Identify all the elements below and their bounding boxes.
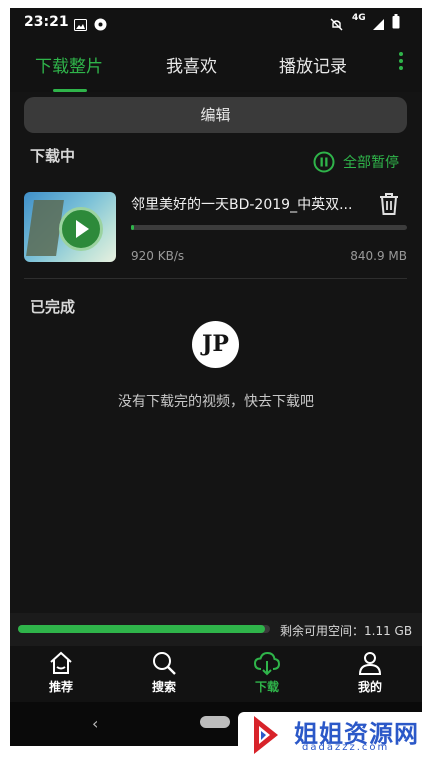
download-speed: 920 KB/s <box>131 249 185 263</box>
storage-usage-fill <box>18 625 265 633</box>
cloud-download-icon <box>253 651 281 676</box>
signal-icon <box>372 16 385 35</box>
app-screen: 23:21 4G 下载整片 我喜欢 播放记录 编辑 下载中 全部暂停 邻里美好的… <box>10 8 422 746</box>
app-logo-text: JP <box>202 331 229 357</box>
section-divider <box>24 278 407 279</box>
nav-search[interactable]: 搜索 <box>134 650 194 695</box>
pause-all-button[interactable]: 全部暂停 <box>313 150 399 174</box>
edit-button[interactable]: 编辑 <box>24 97 407 133</box>
watermark-logo-icon <box>254 716 278 754</box>
nav-recommend[interactable]: 推荐 <box>31 650 91 695</box>
nav-recommend-label: 推荐 <box>48 680 73 694</box>
watermark: 姐姐资源网 dadazzz.com <box>238 712 438 757</box>
video-thumbnail[interactable] <box>24 192 116 262</box>
nav-download[interactable]: 下载 <box>237 650 297 695</box>
status-time: 23:21 <box>24 14 69 30</box>
more-options-icon[interactable] <box>398 52 404 74</box>
pause-all-label: 全部暂停 <box>343 155 399 171</box>
tab-downloads[interactable]: 下载整片 <box>35 52 103 77</box>
tab-history[interactable]: 播放记录 <box>279 52 347 77</box>
nav-profile-label: 我的 <box>357 680 382 694</box>
home-icon <box>50 651 72 674</box>
downloading-section-title: 下载中 <box>30 147 76 165</box>
pause-icon <box>313 151 335 173</box>
nav-profile[interactable]: 我的 <box>340 650 400 695</box>
bottom-navigation: 推荐 搜索 下载 我的 <box>10 646 422 702</box>
nav-search-label: 搜索 <box>151 680 176 694</box>
download-size: 840.9 MB <box>350 249 407 263</box>
image-notification-icon <box>74 16 87 35</box>
app-logo-icon: JP <box>192 321 239 368</box>
back-icon[interactable]: ‹ <box>92 714 98 733</box>
home-pill-button[interactable] <box>200 716 230 728</box>
top-tabs: 下载整片 我喜欢 播放记录 <box>10 38 422 92</box>
storage-usage-bar <box>18 625 270 633</box>
network-type-label: 4G <box>352 13 366 23</box>
play-icon <box>59 207 103 251</box>
download-progress-fill <box>131 225 134 230</box>
completed-section-title: 已完成 <box>30 298 76 316</box>
nav-download-label: 下载 <box>254 680 279 694</box>
battery-icon <box>392 14 400 33</box>
active-tab-indicator <box>53 89 87 92</box>
empty-state-text: 没有下载完的视频，快去下载吧 <box>118 394 314 410</box>
delete-icon[interactable] <box>378 192 400 220</box>
status-bar: 23:21 4G <box>10 8 422 38</box>
download-progress-bar <box>131 225 407 230</box>
mute-icon <box>330 16 343 35</box>
storage-remaining-text: 剩余可用空间：1.11 GB <box>280 624 413 638</box>
watermark-url: dadazzz.com <box>302 742 390 753</box>
user-icon <box>358 652 382 675</box>
tab-favorites[interactable]: 我喜欢 <box>166 52 217 77</box>
app-notification-icon <box>94 16 107 35</box>
download-item-title[interactable]: 邻里美好的一天BD-2019_中英双... <box>131 194 361 214</box>
search-icon <box>153 652 176 675</box>
